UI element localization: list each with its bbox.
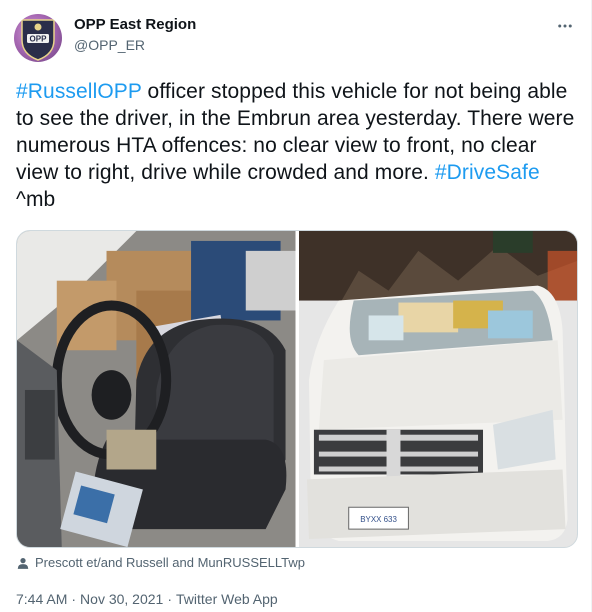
tweet-time[interactable]: 7:44 AM [16, 591, 67, 607]
meta-separator: · [167, 591, 173, 607]
more-horizontal-icon [558, 24, 572, 28]
avatar[interactable]: OPP [14, 14, 62, 62]
car-interior-image [17, 231, 296, 547]
tweet-source[interactable]: Twitter Web App [176, 591, 278, 607]
tweet-body-text: ^mb [16, 188, 56, 211]
opp-logo-icon: OPP [21, 19, 55, 61]
meta-separator: · [71, 591, 77, 607]
white-van-image: BYXX 633 [298, 231, 577, 547]
photo-van[interactable]: BYXX 633 [298, 231, 577, 547]
media-grid: BYXX 633 [16, 230, 578, 548]
tweet-text: #RussellOPP officer stopped this vehicle… [16, 78, 576, 213]
tagged-users[interactable]: Prescott et/and Russell and MunRUSSELLTw… [16, 555, 305, 570]
more-options-button[interactable] [553, 14, 577, 38]
plate-text: BYXX 633 [360, 515, 397, 524]
hashtag-link[interactable]: #RussellOPP [16, 80, 142, 103]
tweet-meta: 7:44 AM · Nov 30, 2021 · Twitter Web App [16, 591, 278, 607]
user-handle[interactable]: @OPP_ER [74, 37, 145, 53]
avatar-text: OPP [30, 35, 48, 44]
tweet-date[interactable]: Nov 30, 2021 [80, 591, 163, 607]
tagged-users-label: Prescott et/and Russell and MunRUSSELLTw… [35, 555, 306, 570]
photo-interior[interactable] [17, 231, 296, 547]
hashtag-link[interactable]: #DriveSafe [435, 161, 540, 184]
tweet-card: OPP OPP East Region @OPP_ER #RussellOPP … [0, 0, 592, 612]
person-icon [17, 557, 29, 569]
display-name[interactable]: OPP East Region [74, 16, 196, 33]
